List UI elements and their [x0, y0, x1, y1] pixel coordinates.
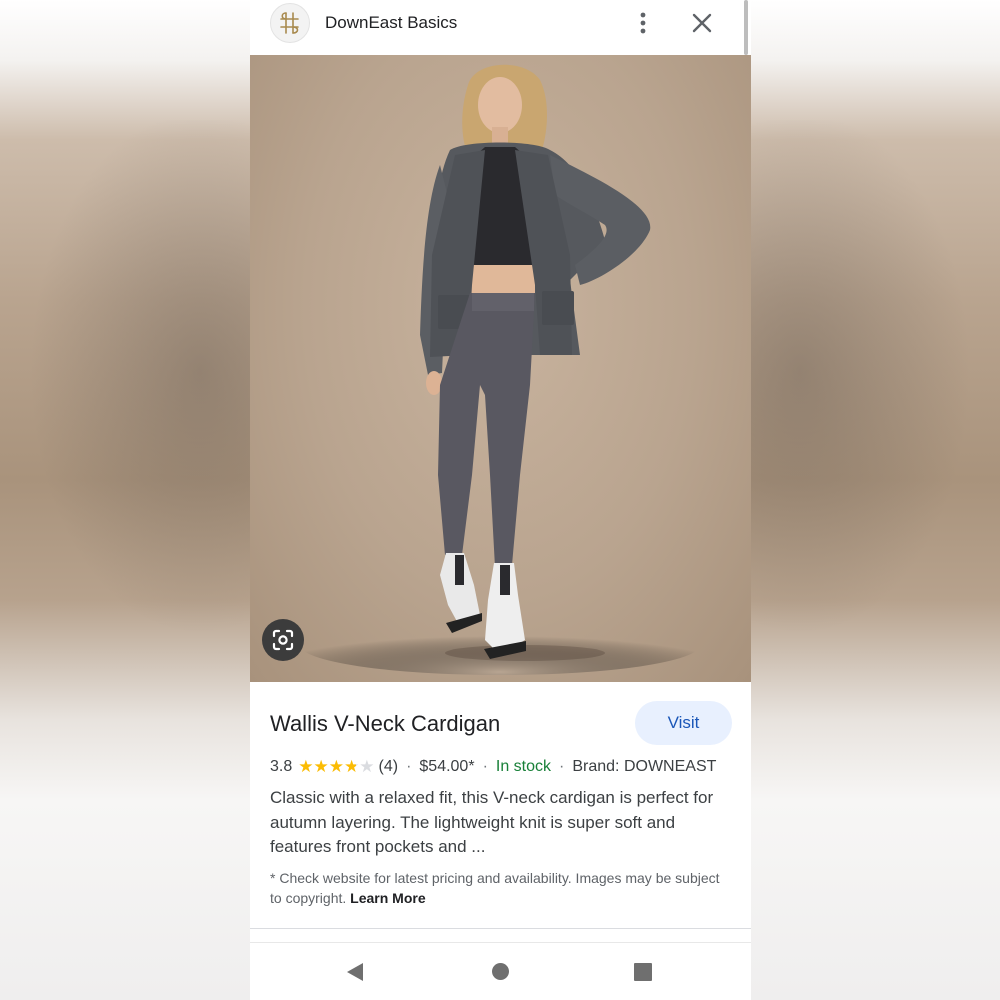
- separator: ·: [482, 758, 488, 775]
- availability-status: In stock: [495, 758, 552, 775]
- product-panel: DownEast Basics Wallis V-Neck Cardigan V…: [250, 0, 751, 1000]
- product-description: Classic with a relaxed fit, this V-neck …: [270, 788, 714, 856]
- separator: ·: [406, 758, 412, 775]
- product-image[interactable]: [250, 55, 751, 682]
- system-nav-bar: [250, 943, 751, 1000]
- header-bar: DownEast Basics: [250, 0, 751, 56]
- scrollbar[interactable]: [744, 0, 748, 55]
- rating-value: 3.8: [270, 758, 293, 775]
- star-icon: ★: [313, 757, 329, 776]
- google-lens-button[interactable]: [262, 619, 304, 661]
- product-title: Wallis V-Neck Cardigan: [270, 711, 501, 736]
- visit-button[interactable]: Visit: [635, 701, 732, 745]
- google-lens-icon: [272, 629, 294, 651]
- review-count[interactable]: (4): [379, 758, 399, 776]
- price: $54.00*: [419, 758, 475, 775]
- brand-label: Brand: DOWNEAST: [572, 758, 717, 775]
- downeast-monogram-logo: [280, 12, 299, 34]
- site-name[interactable]: DownEast Basics: [325, 13, 457, 33]
- star-icon: ★: [328, 757, 344, 776]
- disclaimer-text: * Check website for latest pricing and a…: [270, 870, 720, 906]
- star-icon: ★: [359, 757, 375, 776]
- divider: [250, 928, 751, 929]
- disclaimer: * Check website for latest pricing and a…: [270, 869, 720, 908]
- back-triangle-icon[interactable]: [345, 962, 365, 987]
- home-circle-icon[interactable]: [492, 963, 509, 980]
- rating-stars: ★ ★ ★ ★ ★: [298, 757, 375, 776]
- star-icon: ★: [344, 757, 360, 776]
- more-vert-icon[interactable]: [633, 10, 653, 36]
- product-meta-row: 3.8 ★ ★ ★ ★ ★ (4) · $54.00* · In stock · Bra…: [270, 758, 716, 776]
- model-illustration: [300, 64, 700, 675]
- separator: ·: [559, 758, 565, 775]
- star-icon: ★: [298, 757, 314, 776]
- product-info: Wallis V-Neck Cardigan Visit 3.8 ★ ★ ★ ★ ★ (…: [250, 682, 751, 928]
- learn-more-link[interactable]: Learn More: [350, 890, 425, 906]
- site-logo-icon[interactable]: [270, 3, 310, 43]
- recents-square-icon[interactable]: [634, 963, 652, 981]
- close-icon[interactable]: [690, 11, 714, 35]
